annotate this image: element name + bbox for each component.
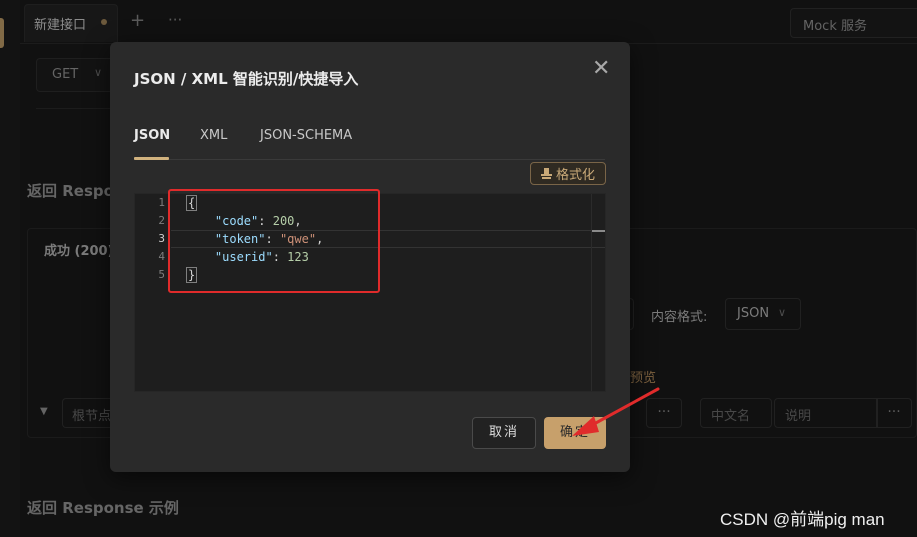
- line-number: 3: [158, 232, 165, 245]
- format-icon: [540, 168, 552, 179]
- tab-json[interactable]: JSON: [134, 128, 170, 143]
- scrollbar-marker: [592, 230, 605, 232]
- format-tabs: JSON XML JSON-SCHEMA: [134, 126, 605, 160]
- tab-json-schema[interactable]: JSON-SCHEMA: [260, 128, 352, 143]
- editor-scrollbar[interactable]: [591, 194, 605, 391]
- watermark: CSDN @前端pig man: [720, 510, 885, 529]
- active-tab-indicator: [134, 157, 169, 160]
- line-number: 5: [158, 268, 165, 281]
- line-number: 2: [158, 214, 165, 227]
- confirm-button[interactable]: 确定: [544, 417, 606, 449]
- dialog-title: JSON / XML 智能识别/快捷导入: [134, 70, 359, 88]
- line-number-gutter: 1 2 3 4 5: [135, 194, 171, 391]
- annotation-highlight-box: [168, 189, 380, 293]
- line-number: 4: [158, 250, 165, 263]
- line-number: 1: [158, 196, 165, 209]
- tab-xml[interactable]: XML: [200, 128, 227, 143]
- format-button-label: 格式化: [555, 168, 595, 183]
- cancel-button[interactable]: 取消: [472, 417, 536, 449]
- format-button[interactable]: 格式化: [530, 162, 606, 185]
- close-icon[interactable]: ✕: [592, 58, 610, 80]
